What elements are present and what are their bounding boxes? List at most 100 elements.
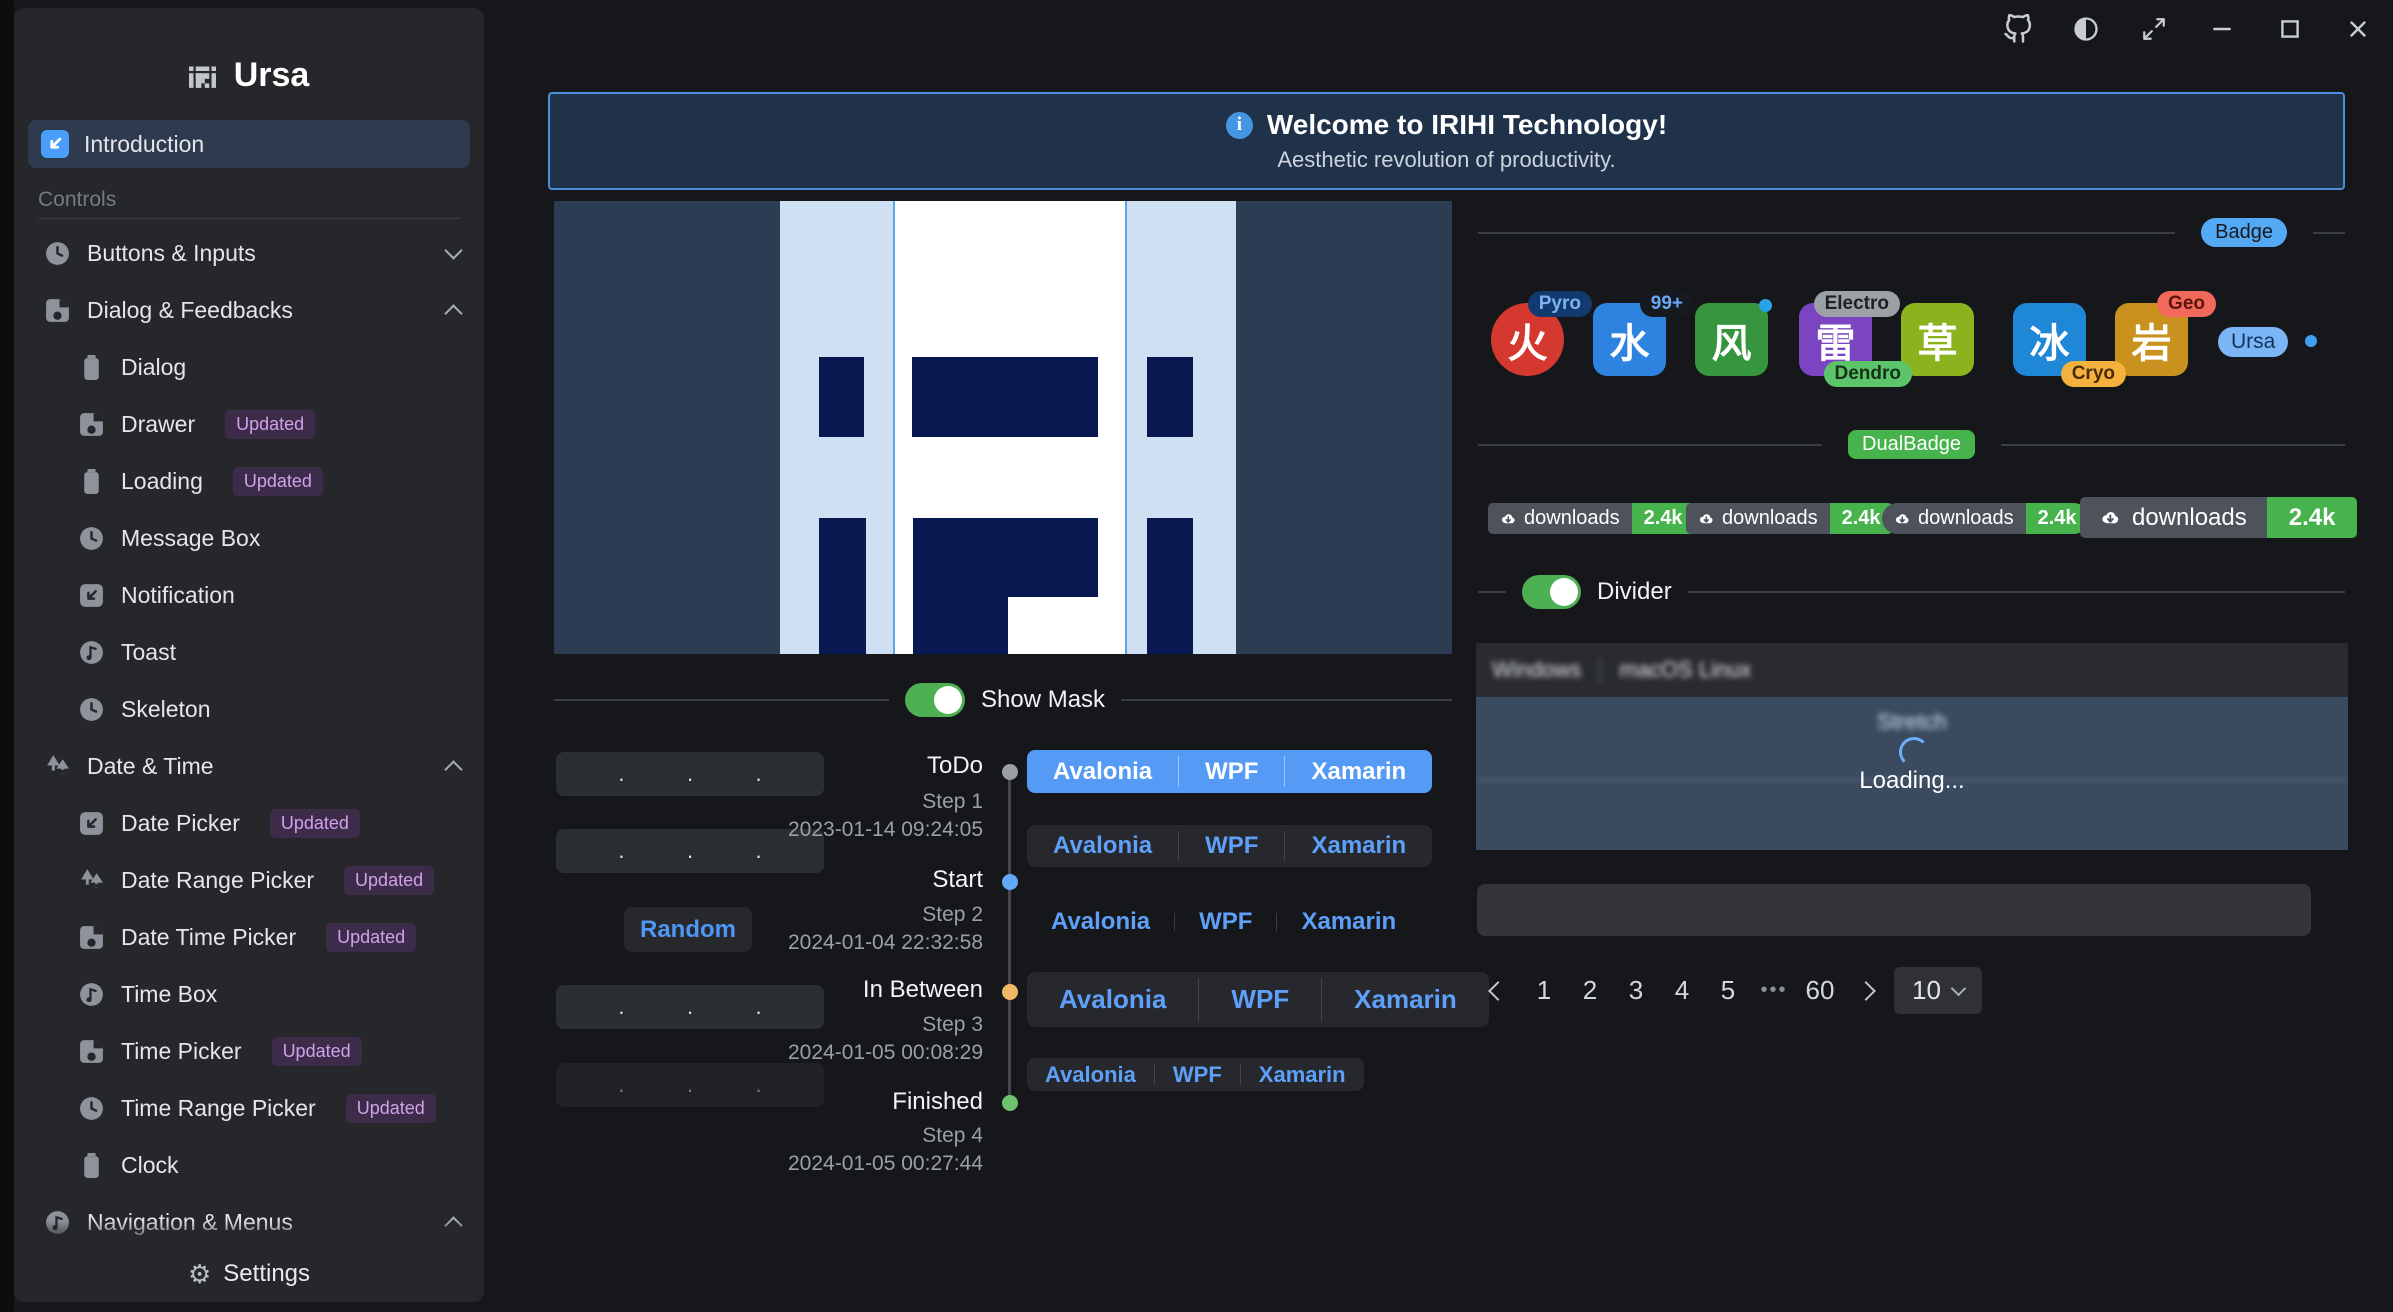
sidebar-item-notification[interactable]: Notification <box>14 567 484 624</box>
minimize-button[interactable] <box>2203 12 2241 46</box>
random-button[interactable]: Random <box>624 907 752 952</box>
group-button-xamarin[interactable]: Xamarin <box>1241 1062 1364 1088</box>
banner-subtitle: Aesthetic revolution of productivity. <box>1277 147 1615 173</box>
fullscreen-button[interactable] <box>2135 12 2173 46</box>
sidebar-item-clock[interactable]: Clock <box>14 1137 484 1194</box>
page-size-dropdown[interactable]: 10 <box>1894 967 1982 1014</box>
group-button-avalonia[interactable]: Avalonia <box>1027 758 1178 786</box>
sidebar-item-label: Clock <box>121 1152 179 1179</box>
sidebar-item-label: Date Picker <box>121 810 240 837</box>
button-group-5: AvaloniaWPFXamarin <box>1027 1058 1364 1091</box>
tab-windows[interactable]: Windows <box>1492 657 1581 683</box>
github-icon <box>2003 14 2033 44</box>
sidebar-item-buttons-inputs[interactable]: Buttons & Inputs <box>14 225 484 282</box>
logo-pixel <box>913 518 1008 654</box>
battery-icon <box>78 468 105 495</box>
group-button-xamarin[interactable]: Xamarin <box>1322 984 1489 1015</box>
sidebar-item-message-box[interactable]: Message Box <box>14 510 484 567</box>
ip-dot-separator: . <box>618 994 624 1020</box>
sidebar-item-dialog[interactable]: Dialog <box>14 339 484 396</box>
sidebar-item-skeleton[interactable]: Skeleton <box>14 681 484 738</box>
timeline-step-time: 2024-01-05 00:27:44 <box>788 1152 983 1176</box>
standalone-badge-dot <box>2305 335 2317 347</box>
element-badge-7: 岩Geo <box>2115 303 2188 376</box>
group-button-avalonia[interactable]: Avalonia <box>1027 984 1198 1015</box>
group-button-avalonia[interactable]: Avalonia <box>1027 908 1174 936</box>
sidebar-item-date-time[interactable]: Date & Time <box>14 738 484 795</box>
sidebar-item-label: Drawer <box>121 411 195 438</box>
maximize-button[interactable] <box>2271 12 2309 46</box>
group-button-wpf[interactable]: WPF <box>1179 832 1284 860</box>
group-button-wpf[interactable]: WPF <box>1179 758 1284 786</box>
sidebar-item-label: Dialog <box>121 354 186 381</box>
ipv4-input-2[interactable]: ... <box>556 829 824 873</box>
group-button-wpf[interactable]: WPF <box>1175 908 1276 936</box>
badge-divider-pill: Badge <box>2201 218 2287 247</box>
pagination-ellipsis[interactable]: ••• <box>1756 969 1792 1013</box>
sidebar-item-toast[interactable]: Toast <box>14 624 484 681</box>
divider-toggle[interactable] <box>1522 575 1581 609</box>
sidebar-item-dialog-feedbacks[interactable]: Dialog & Feedbacks <box>14 282 484 339</box>
sidebar-item-label: Time Picker <box>121 1038 242 1065</box>
sidebar-item-date-picker[interactable]: Date PickerUpdated <box>14 795 484 852</box>
stretch-label: Stretch <box>1476 709 2348 735</box>
pagination-page-4[interactable]: 4 <box>1664 969 1700 1013</box>
downloads-text: downloads <box>1524 507 1620 530</box>
timeline-step-time: 2024-01-04 22:32:58 <box>788 931 983 955</box>
sidebar-item-date-time-picker[interactable]: Date Time PickerUpdated <box>14 909 484 966</box>
pagination-prev-button[interactable] <box>1480 969 1516 1013</box>
show-mask-toggle[interactable] <box>905 683 965 717</box>
sidebar-item-label: Skeleton <box>121 696 211 723</box>
element-character: 岩 <box>2132 311 2172 369</box>
welcome-banner: i Welcome to IRIHI Technology! Aesthetic… <box>548 92 2345 190</box>
badge-tag-pyro: Pyro <box>1528 291 1592 317</box>
dualbadge-divider-pill: DualBadge <box>1848 430 1975 459</box>
group-button-avalonia[interactable]: Avalonia <box>1027 832 1178 860</box>
updated-badge: Updated <box>225 410 315 439</box>
chevron-left-icon <box>1488 981 1508 1001</box>
chevron-up-icon <box>444 304 462 322</box>
sidebar-item-time-box[interactable]: Time Box <box>14 966 484 1023</box>
download-badge-4: downloads2.4k <box>2080 497 2357 538</box>
badge-divider: Badge <box>1478 218 2345 247</box>
downloads-text: downloads <box>1722 507 1818 530</box>
sidebar-item-time-range-picker[interactable]: Time Range PickerUpdated <box>14 1080 484 1137</box>
github-button[interactable] <box>1999 12 2037 46</box>
ipv4-input-4[interactable]: ... <box>556 1063 824 1107</box>
pagination-page-60[interactable]: 60 <box>1802 969 1838 1013</box>
ipv4-input-3[interactable]: ... <box>556 985 824 1029</box>
pagination-page-1[interactable]: 1 <box>1526 969 1562 1013</box>
pagination-page-5[interactable]: 5 <box>1710 969 1746 1013</box>
pagination-next-button[interactable] <box>1848 969 1884 1013</box>
sidebar-item-introduction[interactable]: Introduction <box>28 120 470 168</box>
ip-dot-separator: . <box>687 1072 693 1098</box>
ip-dot-separator: . <box>755 1072 761 1098</box>
divider-line <box>1121 699 1452 701</box>
close-button[interactable] <box>2339 12 2377 46</box>
mask-guide-line-right <box>1125 201 1127 654</box>
group-button-wpf[interactable]: WPF <box>1155 1062 1240 1088</box>
sidebar-item-drawer[interactable]: Drawer Updated <box>14 396 484 453</box>
empty-input-panel[interactable] <box>1477 884 2311 936</box>
close-icon <box>2345 16 2371 42</box>
group-button-xamarin[interactable]: Xamarin <box>1277 908 1420 936</box>
theme-toggle-button[interactable] <box>2067 12 2105 46</box>
sidebar-item-time-picker[interactable]: Time PickerUpdated <box>14 1023 484 1080</box>
show-mask-label: Show Mask <box>981 686 1105 714</box>
group-button-xamarin[interactable]: Xamarin <box>1285 832 1432 860</box>
battery-icon <box>78 1152 105 1179</box>
group-button-xamarin[interactable]: Xamarin <box>1285 758 1432 786</box>
group-button-wpf[interactable]: WPF <box>1199 984 1321 1015</box>
ipv4-input-1[interactable]: ... <box>556 752 824 796</box>
group-button-avalonia[interactable]: Avalonia <box>1027 1062 1154 1088</box>
sidebar-item-loading[interactable]: LoadingUpdated <box>14 453 484 510</box>
tab-macos-linux[interactable]: macOS Linux <box>1619 657 1751 683</box>
pagination-page-3[interactable]: 3 <box>1618 969 1654 1013</box>
ip-dot-separator: . <box>618 761 624 787</box>
settings-button[interactable]: ⚙ Settings <box>14 1246 484 1302</box>
download-badge-label: downloads <box>1686 503 1830 534</box>
sidebar-item-date-range-picker[interactable]: Date Range PickerUpdated <box>14 852 484 909</box>
badge-tag-electro: Electro <box>1814 291 1900 317</box>
pagination-page-2[interactable]: 2 <box>1572 969 1608 1013</box>
timeline-step-sub: Step 4 <box>922 1124 983 1148</box>
